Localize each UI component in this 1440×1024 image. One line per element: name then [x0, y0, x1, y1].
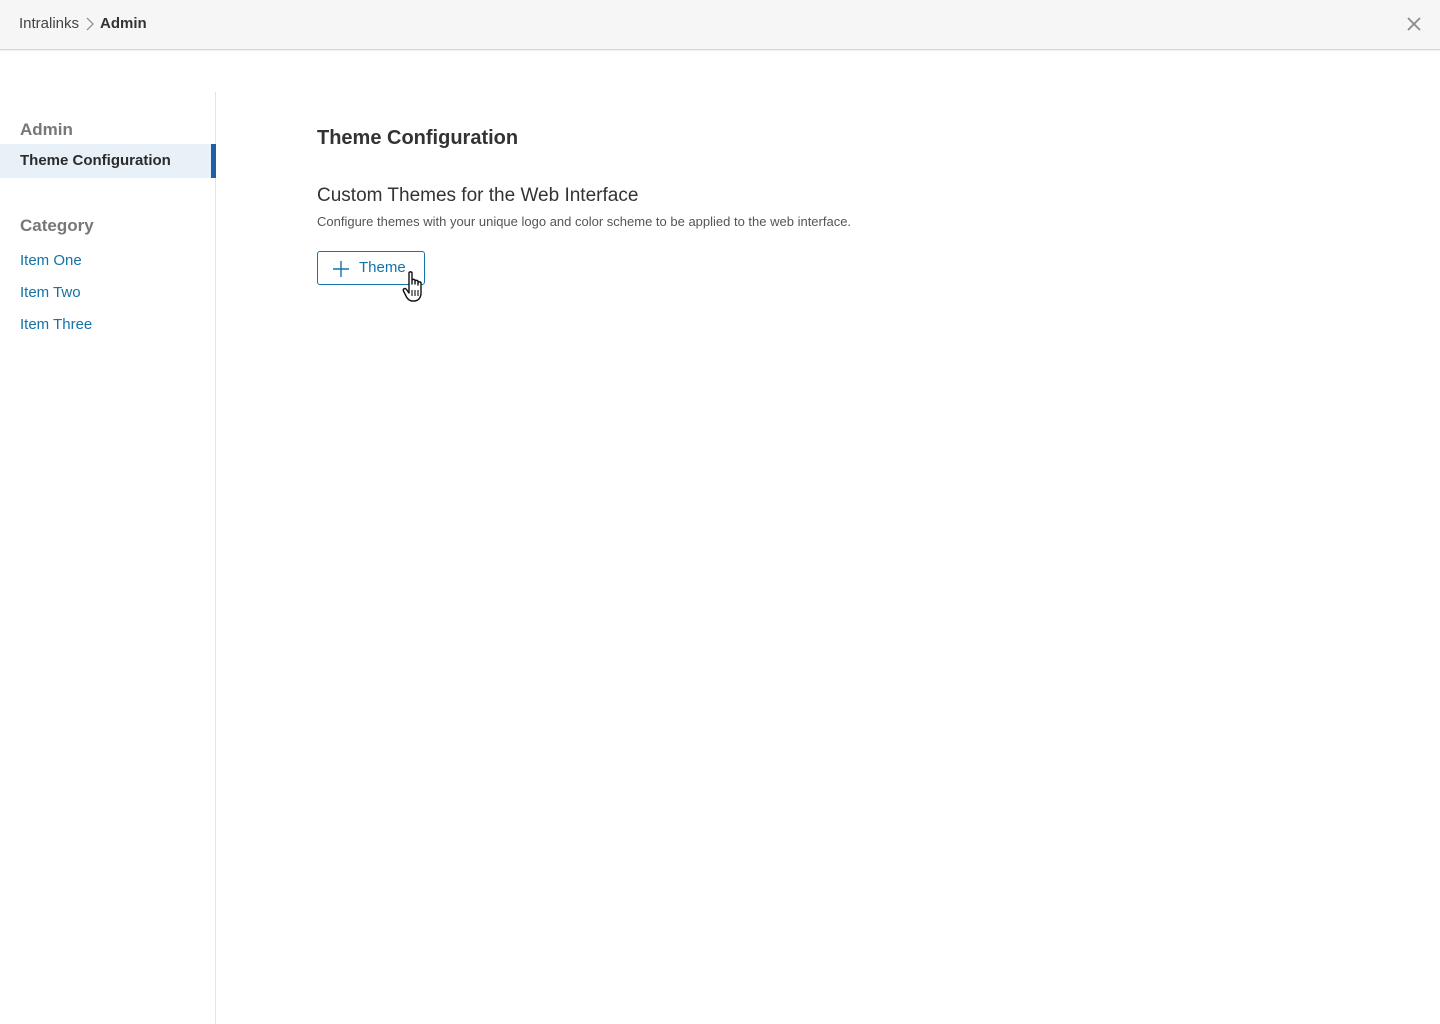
section-description: Configure themes with your unique logo a…: [317, 214, 852, 229]
sidebar-item-two[interactable]: Item Two: [20, 284, 81, 301]
breadcrumb: Intralinks Admin: [19, 15, 147, 32]
sidebar-item-theme-configuration[interactable]: Theme Configuration: [0, 144, 216, 178]
sidebar-heading-admin: Admin: [20, 120, 73, 139]
sidebar-item-one[interactable]: Item One: [20, 252, 82, 269]
chevron-right-icon: [86, 17, 94, 30]
close-icon[interactable]: [1404, 14, 1424, 34]
add-theme-button[interactable]: Theme: [317, 251, 425, 285]
sidebar-item-three[interactable]: Item Three: [20, 316, 92, 333]
sidebar-heading-category: Category: [20, 216, 94, 235]
section-title: Custom Themes for the Web Interface: [317, 185, 639, 206]
breadcrumb-item-intralinks[interactable]: Intralinks: [19, 15, 79, 32]
sidebar: Admin Theme Configuration Category Item …: [0, 92, 216, 1024]
sidebar-item-label: Theme Configuration: [20, 152, 171, 169]
plus-icon: [333, 261, 349, 277]
top-bar: Intralinks Admin: [0, 0, 1440, 50]
page-title: Theme Configuration: [317, 127, 519, 149]
breadcrumb-item-admin: Admin: [100, 15, 147, 32]
add-theme-button-label: Theme: [359, 259, 406, 276]
